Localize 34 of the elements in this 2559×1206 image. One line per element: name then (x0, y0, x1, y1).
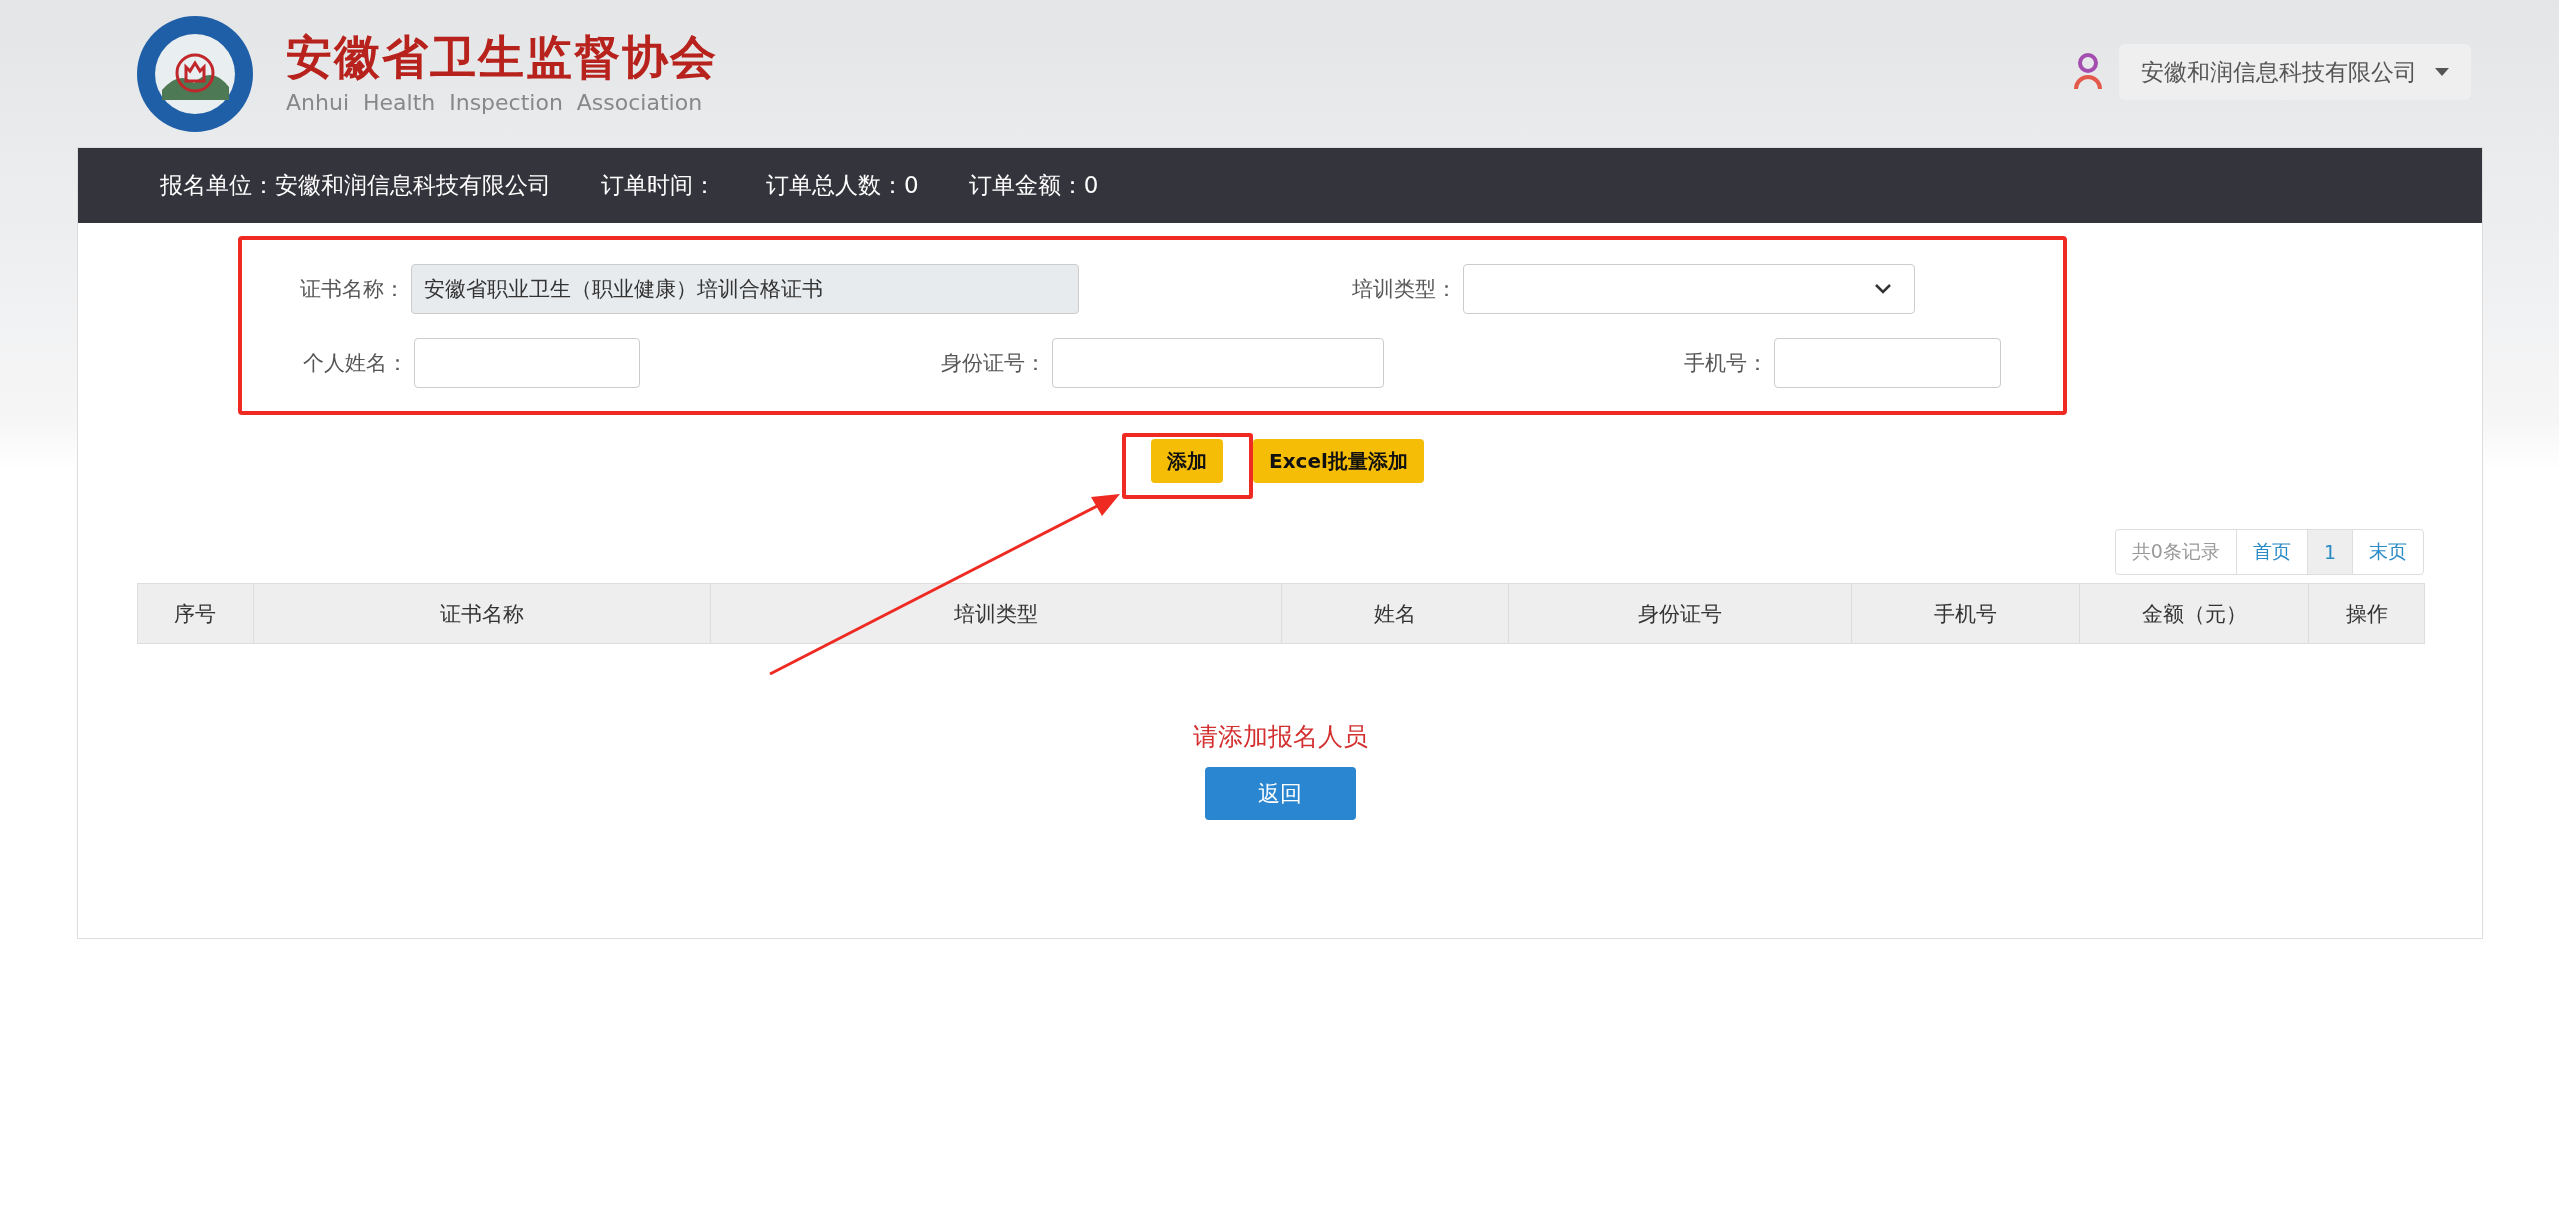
user-icon (2073, 52, 2103, 92)
add-button[interactable]: 添加 (1151, 439, 1223, 483)
pager-button[interactable]: 首页 (2235, 529, 2308, 575)
input-field[interactable] (414, 337, 640, 388)
field-label: 身份证号： (940, 349, 1046, 377)
column-header: 金额（元） (2080, 584, 2310, 643)
column-header: 证书名称 (253, 584, 711, 643)
column-header: 培训类型 (710, 584, 1282, 643)
field-label: 证书名称： (300, 275, 405, 303)
back-button[interactable]: 返回 (1204, 767, 1356, 820)
site-title: 安徽省卫生监督协会 (286, 31, 718, 83)
column-header: 手机号 (1852, 584, 2081, 643)
empty-message: 请添加报名人员 (1191, 721, 1369, 753)
column-header: 身份证号 (1509, 584, 1853, 643)
order-info: 订单时间： (601, 171, 716, 200)
field-label: 个人姓名： (303, 349, 408, 377)
user-menu[interactable]: 安徽和润信息科技有限公司 (2119, 44, 2471, 100)
input-field[interactable] (1774, 337, 2001, 388)
field-label: 培训类型： (1352, 275, 1457, 303)
order-info: 订单总人数：0 (766, 171, 919, 200)
order-info: 订单金额：0 (968, 171, 1099, 200)
caret-icon (2435, 68, 2449, 76)
column-header: 序号 (138, 584, 254, 643)
training-type-select[interactable] (1463, 263, 1915, 314)
excel-import-button[interactable]: Excel批量添加 (1253, 439, 1424, 483)
pager-button[interactable]: 末页 (2352, 529, 2424, 575)
site-subtitle: Anhui Health Inspection Association (286, 90, 704, 116)
column-header: 操作 (2344, 600, 2389, 628)
chevron-icon (1874, 283, 1892, 294)
input-field[interactable] (1051, 337, 1384, 388)
column-header: 姓名 (1281, 584, 1510, 643)
order-info: 报名单位：安徽和润信息科技有限公司 (160, 171, 551, 200)
field-label: 手机号： (1684, 349, 1768, 377)
record-count: 共0条记录 (2114, 529, 2237, 575)
